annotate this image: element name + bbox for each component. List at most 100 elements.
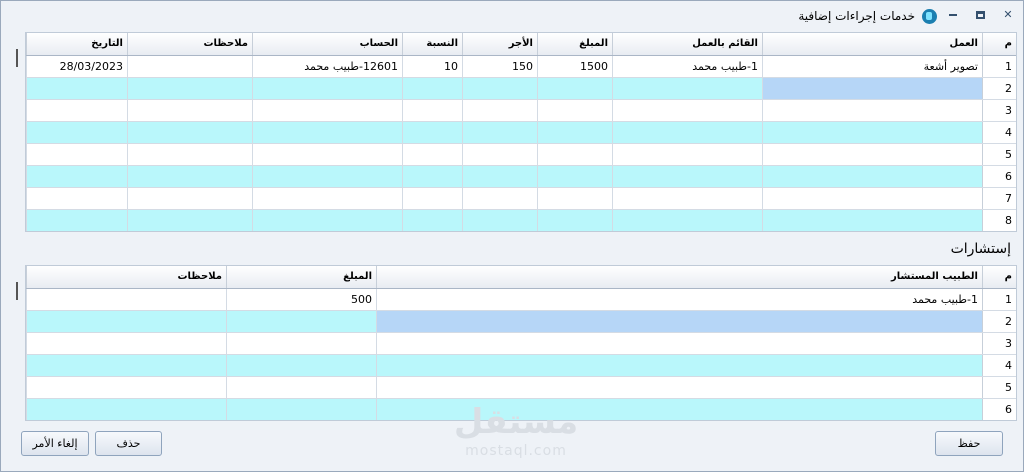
col-header-index[interactable]: م [982,266,1016,289]
table-cell[interactable] [252,120,403,144]
table-cell[interactable] [462,120,538,144]
table-cell[interactable] [612,164,763,188]
table-cell[interactable] [612,98,763,122]
table-cell[interactable] [537,186,613,210]
table-cell[interactable] [252,164,403,188]
table-cell[interactable] [537,120,613,144]
table-cell[interactable] [537,98,613,122]
table-cell[interactable] [612,76,763,100]
table-cell[interactable] [402,208,463,231]
table-cell[interactable] [252,76,403,100]
table-cell[interactable] [252,142,403,166]
table-cell[interactable] [612,186,763,210]
table-cell[interactable] [226,353,377,377]
table-cell[interactable] [462,186,538,210]
table-cell[interactable] [26,186,128,210]
table-row[interactable]: 2 [26,76,1016,100]
table-cell[interactable] [127,208,253,231]
table-cell[interactable] [26,208,128,231]
table-cell[interactable] [462,76,538,100]
table-row[interactable]: 5 [26,375,1016,399]
table-cell[interactable] [762,76,983,100]
table-cell[interactable] [127,76,253,100]
table-cell[interactable] [26,397,227,420]
table-cell[interactable] [402,142,463,166]
table-row[interactable]: 4 [26,353,1016,377]
table-cell[interactable] [226,331,377,355]
table-cell[interactable]: 10 [402,54,463,78]
table-cell[interactable] [762,186,983,210]
table-cell[interactable] [127,186,253,210]
table-cell[interactable] [226,375,377,399]
table-cell[interactable] [612,208,763,231]
table-row[interactable]: 8 [26,208,1016,231]
table-cell[interactable] [537,164,613,188]
col-header-percentage[interactable]: النسبة [402,33,463,56]
table-cell[interactable] [26,331,227,355]
col-header-index[interactable]: م [982,33,1016,56]
table-cell[interactable] [537,208,613,231]
table-cell[interactable] [376,353,983,377]
table-cell[interactable] [762,142,983,166]
table-cell[interactable]: 1500 [537,54,613,78]
col-header-amount[interactable]: المبلغ [537,33,613,56]
table-cell[interactable] [537,142,613,166]
table-cell[interactable] [226,397,377,420]
table-cell[interactable] [402,98,463,122]
close-icon[interactable]: ✕ [1001,8,1015,22]
table-row[interactable]: 3 [26,331,1016,355]
table-cell[interactable] [26,76,128,100]
col-header-account[interactable]: الحساب [252,33,403,56]
table-cell[interactable]: 28/03/2023 [26,54,128,78]
table-cell[interactable] [252,208,403,231]
table-cell[interactable] [127,98,253,122]
table-cell[interactable] [26,287,227,311]
col-header-amount[interactable]: المبلغ [226,266,377,289]
delete-button[interactable]: حذف [95,431,162,456]
col-header-consultant[interactable]: الطبيب المستشار [376,266,983,289]
table-cell[interactable] [252,98,403,122]
table-cell[interactable] [462,164,538,188]
table-cell[interactable] [376,309,983,333]
cancel-button[interactable]: إلغاء الأمر [21,431,89,456]
table-cell[interactable] [376,331,983,355]
table-cell[interactable]: 12601-طبيب محمد [252,54,403,78]
col-header-fee[interactable]: الأجر [462,33,538,56]
table-row[interactable]: 5 [26,142,1016,166]
table-cell[interactable] [762,208,983,231]
table-cell[interactable] [26,120,128,144]
maximize-icon[interactable] [973,8,987,22]
table-cell[interactable] [762,164,983,188]
table-cell[interactable]: 500 [226,287,377,311]
table-cell[interactable] [612,120,763,144]
table-cell[interactable]: 1-طبيب محمد [612,54,763,78]
table-cell[interactable] [127,142,253,166]
table-cell[interactable] [462,208,538,231]
table-row[interactable]: 6 [26,164,1016,188]
col-header-notes[interactable]: ملاحظات [26,266,227,289]
table-cell[interactable]: 1-طبيب محمد [376,287,983,311]
table-cell[interactable] [127,164,253,188]
grid-splitter-handle[interactable] [16,49,18,67]
table-cell[interactable] [26,309,227,333]
minimize-icon[interactable] [946,8,960,22]
table-cell[interactable] [226,309,377,333]
table-cell[interactable]: 150 [462,54,538,78]
table-cell[interactable] [762,98,983,122]
table-cell[interactable] [252,186,403,210]
table-cell[interactable] [127,54,253,78]
table-row[interactable]: 7 [26,186,1016,210]
table-cell[interactable] [402,164,463,188]
col-header-notes[interactable]: ملاحظات [127,33,253,56]
table-row[interactable]: 4 [26,120,1016,144]
table-row[interactable]: 1 1-طبيب محمد 500 [26,287,1016,311]
grid-splitter-handle[interactable] [16,282,18,300]
table-cell[interactable] [612,142,763,166]
table-row[interactable]: 2 [26,309,1016,333]
col-header-date[interactable]: التاريخ [26,33,128,56]
table-cell[interactable] [26,164,128,188]
table-cell[interactable] [26,142,128,166]
table-cell[interactable] [762,120,983,144]
table-cell[interactable]: تصوير أشعة [762,54,983,78]
table-cell[interactable] [462,142,538,166]
